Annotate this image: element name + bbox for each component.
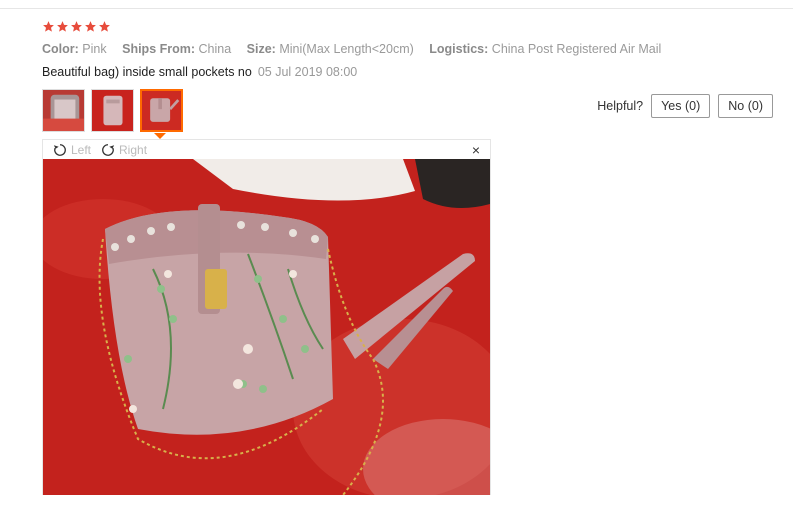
star-icon — [57, 21, 68, 32]
review-photo — [43, 159, 490, 495]
thumbnail-2[interactable] — [91, 89, 134, 132]
helpful-yes-button[interactable]: Yes (0) — [651, 94, 711, 118]
star-icon — [71, 21, 82, 32]
rating-stars — [42, 20, 111, 33]
star-icon — [85, 21, 96, 32]
helpful-no-button[interactable]: No (0) — [718, 94, 773, 118]
bag-photo-image — [43, 159, 490, 495]
helpful-section: Helpful? Yes (0) No (0) — [597, 94, 773, 118]
rotate-left-label: Left — [71, 142, 92, 157]
top-divider — [0, 8, 793, 9]
attr-logistics: Logistics: China Post Registered Air Mai… — [429, 42, 662, 56]
thumbnail-1[interactable] — [42, 89, 85, 132]
thumbnail-image — [92, 90, 133, 131]
rotate-right-icon — [102, 143, 115, 156]
helpful-label: Helpful? — [597, 99, 644, 113]
rotate-right-button[interactable]: Right — [101, 143, 147, 157]
attr-ships-from: Ships From: China — [122, 42, 232, 56]
star-icon — [99, 21, 110, 32]
review-attributes: Color: Pink Ships From: China Size: Mini… — [42, 42, 673, 56]
thumbnail-image — [43, 90, 84, 131]
thumbnail-image — [142, 91, 181, 130]
star-icon — [43, 21, 54, 32]
rotate-left-button[interactable]: Left — [53, 143, 91, 157]
close-icon[interactable]: × — [472, 142, 480, 158]
image-viewer: Left Right × — [42, 139, 491, 495]
thumbnail-3[interactable] — [140, 89, 183, 132]
attr-color: Color: Pink — [42, 42, 107, 56]
review-text: Beautiful bag) inside small pockets no 05… — [42, 65, 357, 79]
review-body: Beautiful bag) inside small pockets no — [42, 65, 252, 79]
viewer-toolbar: Left Right × — [43, 140, 490, 159]
rotate-right-label: Right — [119, 142, 148, 157]
review-date: 05 Jul 2019 08:00 — [257, 65, 358, 79]
rotate-left-icon — [53, 143, 66, 156]
attr-size: Size: Mini(Max Length<20cm) — [246, 42, 414, 56]
thumbnail-strip — [42, 89, 183, 132]
